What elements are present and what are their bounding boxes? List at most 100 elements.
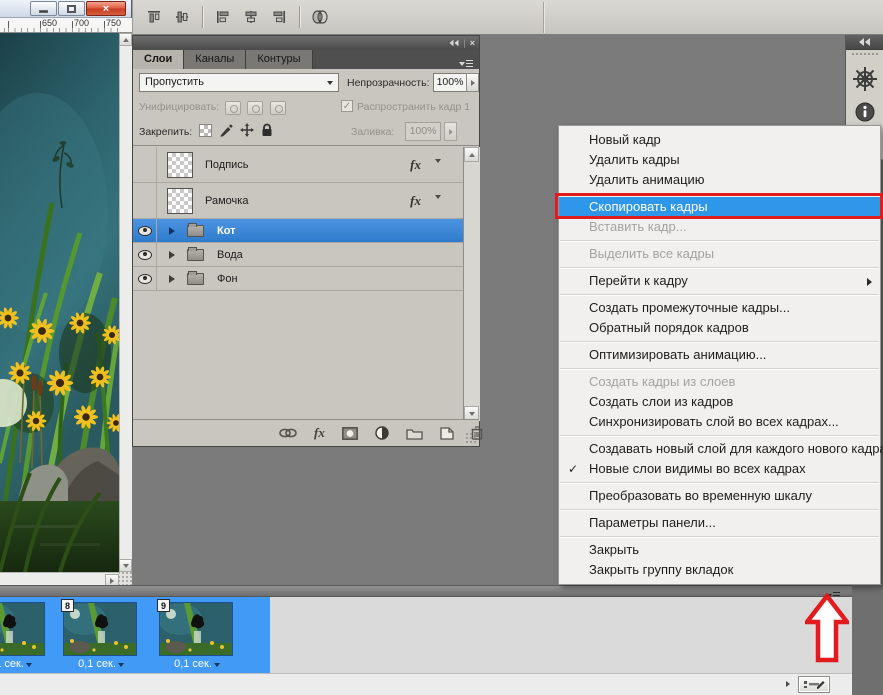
menu-item[interactable]: ✓Новые слои видимы во всех кадрах: [559, 459, 880, 479]
menu-item[interactable]: Обратный порядок кадров: [559, 318, 880, 338]
layer-row[interactable]: Вода: [133, 243, 463, 267]
distribute-horizontal-centers-icon[interactable]: [240, 6, 262, 28]
menu-item[interactable]: Параметры панели...: [559, 513, 880, 533]
effects-expand-icon[interactable]: [435, 199, 441, 217]
lock-transparent-pixels-icon[interactable]: [199, 124, 212, 137]
frame-thumbnail: [63, 602, 137, 656]
distribute-left-edges-icon[interactable]: [212, 6, 234, 28]
convert-to-timeline-button[interactable]: [798, 676, 830, 693]
visibility-toggle[interactable]: [133, 183, 157, 218]
scroll-down-button[interactable]: [119, 559, 132, 572]
layer-thumbnail[interactable]: [167, 152, 193, 178]
new-group-icon[interactable]: [406, 427, 423, 440]
menu-item[interactable]: Закрыть: [559, 540, 880, 560]
layer-row[interactable]: Подписьfx: [133, 147, 463, 183]
group-disclosure-icon[interactable]: [169, 275, 175, 283]
link-layers-icon[interactable]: [279, 427, 297, 439]
menu-item: Вставить кадр...: [559, 217, 880, 237]
frame-duration[interactable]: 0,1 сек.: [154, 658, 240, 670]
layers-scroll-up-button[interactable]: [464, 147, 479, 162]
opacity-label: Непрозрачность:: [347, 77, 430, 89]
lock-image-pixels-icon[interactable]: [219, 123, 233, 137]
menu-separator: [560, 536, 879, 537]
menu-item[interactable]: Удалить анимацию: [559, 170, 880, 190]
opacity-value[interactable]: 100%: [433, 73, 467, 92]
close-panel-icon[interactable]: ×: [470, 38, 475, 48]
menu-item[interactable]: Синхронизировать слой во всех кадрах...: [559, 412, 880, 432]
menu-separator: [560, 509, 879, 510]
document-window: × 650700750: [0, 0, 132, 590]
ship-wheel-icon[interactable]: [852, 66, 878, 92]
visibility-toggle[interactable]: [133, 267, 157, 290]
toolbar-separator: [299, 6, 300, 28]
collapse-panel-icon[interactable]: [449, 39, 459, 47]
menu-separator: [560, 341, 879, 342]
dock-drag-handle[interactable]: [852, 53, 878, 58]
layer-name: Кот: [217, 225, 236, 237]
canvas-image[interactable]: [0, 33, 119, 572]
auto-align-layers-icon[interactable]: [309, 6, 331, 28]
info-icon[interactable]: [855, 102, 875, 122]
menu-item[interactable]: Перейти к кадру: [559, 271, 880, 291]
menu-item[interactable]: Создать слои из кадров: [559, 392, 880, 412]
tab-layers[interactable]: Слои: [133, 50, 184, 69]
tab-paths[interactable]: Контуры: [246, 50, 312, 69]
arrow-up-icon: [123, 38, 129, 42]
document-titlebar: ×: [0, 0, 131, 18]
opacity-spinner[interactable]: [466, 73, 479, 92]
animation-frame[interactable]: 0,1 сек.: [0, 597, 52, 673]
maximize-button[interactable]: [58, 1, 85, 16]
blend-mode-select[interactable]: Пропустить: [139, 73, 339, 92]
collapse-panels-button[interactable]: [846, 35, 883, 50]
frame-duration[interactable]: 0,1 сек.: [58, 658, 144, 670]
layer-row[interactable]: Фон: [133, 267, 463, 291]
layer-style-icon[interactable]: fx: [314, 425, 325, 441]
layer-row[interactable]: Рамочкаfx: [133, 183, 463, 219]
menu-item[interactable]: Удалить кадры: [559, 150, 880, 170]
vertical-scrollbar[interactable]: [119, 33, 132, 572]
visibility-toggle[interactable]: [133, 243, 157, 266]
animation-panel: 0,1 сек.80,1 сек.90,1 сек.: [0, 585, 852, 695]
visibility-toggle[interactable]: [133, 219, 157, 242]
menu-item[interactable]: Новый кадр: [559, 130, 880, 150]
new-layer-icon[interactable]: [440, 427, 454, 440]
layer-effects-icon[interactable]: fx: [410, 193, 421, 209]
layer-row[interactable]: Кот: [133, 219, 463, 243]
animation-frame[interactable]: 80,1 сек.: [58, 597, 144, 673]
lock-all-icon[interactable]: [261, 123, 273, 137]
unify-layer-position-icon: [225, 101, 241, 115]
menu-item[interactable]: Скопировать кадры: [559, 197, 880, 217]
adjustment-layer-icon[interactable]: [375, 426, 389, 440]
tab-channels[interactable]: Каналы: [184, 50, 246, 69]
layer-thumbnail[interactable]: [167, 188, 193, 214]
menu-item[interactable]: Закрыть группу вкладок: [559, 560, 880, 580]
animation-frame[interactable]: 90,1 сек.: [154, 597, 240, 673]
group-disclosure-icon[interactable]: [169, 227, 175, 235]
layers-scrollbar[interactable]: [464, 147, 480, 421]
eye-icon: [138, 226, 152, 236]
menu-item[interactable]: Преобразовать во временную шкалу: [559, 486, 880, 506]
group-disclosure-icon[interactable]: [169, 251, 175, 259]
visibility-toggle[interactable]: [133, 147, 157, 182]
menu-item[interactable]: Создавать новый слой для каждого нового …: [559, 439, 880, 459]
distribute-right-edges-icon[interactable]: [268, 6, 290, 28]
eye-icon: [138, 250, 152, 260]
scroll-right-button[interactable]: [786, 681, 790, 687]
align-top-edges-icon[interactable]: [143, 6, 165, 28]
align-vertical-centers-icon[interactable]: [171, 6, 193, 28]
scroll-up-button[interactable]: [119, 33, 132, 46]
lock-position-icon[interactable]: [240, 123, 254, 137]
menu-item: Выделить все кадры: [559, 244, 880, 264]
menu-item[interactable]: Создать промежуточные кадры...: [559, 298, 880, 318]
minimize-button[interactable]: [30, 1, 57, 16]
close-button[interactable]: ×: [86, 1, 126, 16]
frame-duration[interactable]: 0,1 сек.: [0, 658, 52, 670]
layer-effects-icon[interactable]: fx: [410, 157, 421, 173]
convert-to-timeline-icon: [803, 679, 825, 690]
ruler-label: 750: [106, 18, 121, 28]
add-layer-mask-icon[interactable]: [342, 427, 358, 440]
panel-resize-grip[interactable]: [465, 432, 477, 444]
menu-item[interactable]: Оптимизировать анимацию...: [559, 345, 880, 365]
panel-menu-icon[interactable]: [459, 55, 473, 69]
effects-expand-icon[interactable]: [435, 163, 441, 181]
